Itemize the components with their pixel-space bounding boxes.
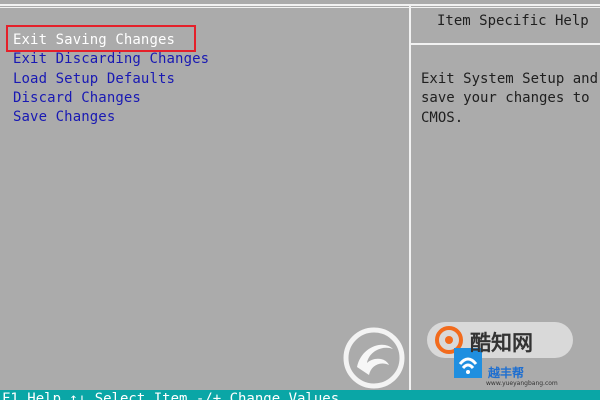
status-bar-text: F1 Help ↑↓ Select Item -/+ Change Values (2, 391, 340, 400)
selection-highlight (6, 25, 196, 52)
help-panel-text: Exit System Setup and save your changes … (421, 70, 599, 128)
menu-item-load-setup-defaults[interactable]: Load Setup Defaults (13, 70, 209, 89)
menu-item-discard-changes[interactable]: Discard Changes (13, 89, 209, 108)
watermark-swirl-icon (343, 327, 405, 389)
watermark-url: www.yueyangbang.com (486, 380, 558, 387)
help-title-divider (411, 43, 600, 45)
menu-item-exit-discarding-changes[interactable]: Exit Discarding Changes (13, 50, 209, 69)
panel-divider (409, 4, 411, 390)
help-line: Exit System Setup and (421, 71, 599, 87)
help-line: save your changes to (421, 90, 590, 107)
top-border-inner (0, 7, 600, 8)
bios-exit-screen: Exit Saving Changes Exit Discarding Chan… (0, 0, 600, 400)
watermark-brand: 越丰帮 (488, 366, 525, 380)
top-border (0, 4, 600, 6)
watermark-text: 酷知网 (470, 331, 533, 355)
menu-item-save-changes[interactable]: Save Changes (13, 108, 209, 127)
help-line: CMOS. (421, 109, 464, 126)
help-panel-title: Item Specific Help (437, 13, 589, 29)
status-bar: F1 Help ↑↓ Select Item -/+ Change Values (0, 390, 600, 400)
